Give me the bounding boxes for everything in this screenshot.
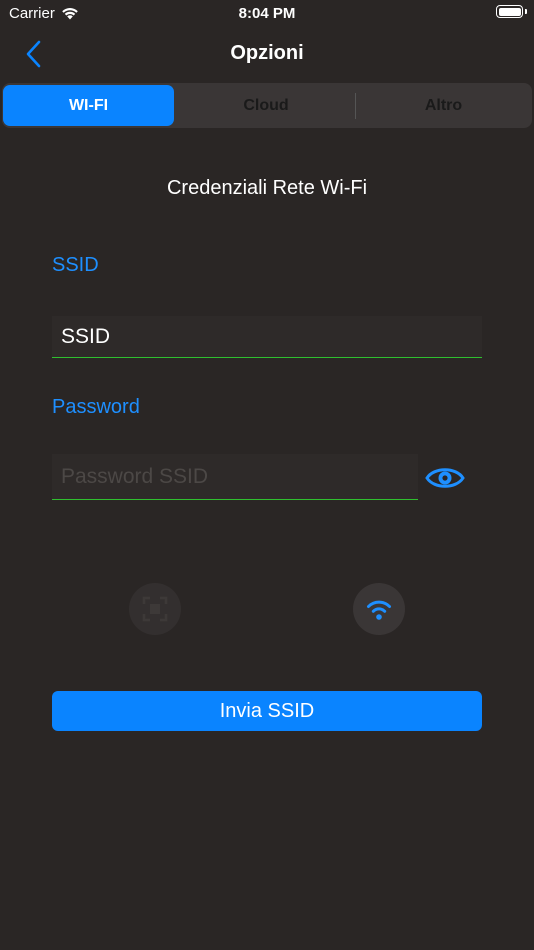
scan-button[interactable] (129, 583, 181, 635)
ssid-label: SSID (52, 254, 99, 276)
wifi-icon (367, 600, 391, 620)
battery-icon (496, 5, 523, 18)
tab-divider (355, 93, 356, 119)
password-label: Password (52, 396, 140, 418)
page-title: Opzioni (230, 42, 304, 64)
send-ssid-button[interactable]: Invia SSID (52, 691, 482, 731)
scan-icon (142, 596, 168, 622)
tab-altro[interactable]: Altro (357, 85, 530, 126)
wifi-button[interactable] (353, 583, 405, 635)
ssid-input[interactable] (52, 316, 482, 357)
tab-wifi[interactable]: WI-FI (3, 85, 174, 126)
section-title: Credenziali Rete Wi-Fi (166, 177, 368, 199)
status-time: 8:04 PM (238, 5, 296, 22)
password-input[interactable] (52, 454, 418, 499)
tab-bar: WI-FI Cloud Altro (2, 83, 532, 128)
eye-icon[interactable] (425, 462, 465, 494)
tab-cloud[interactable]: Cloud (178, 85, 354, 126)
battery-tip (525, 9, 527, 14)
ssid-field (52, 316, 482, 358)
password-field (52, 454, 418, 500)
